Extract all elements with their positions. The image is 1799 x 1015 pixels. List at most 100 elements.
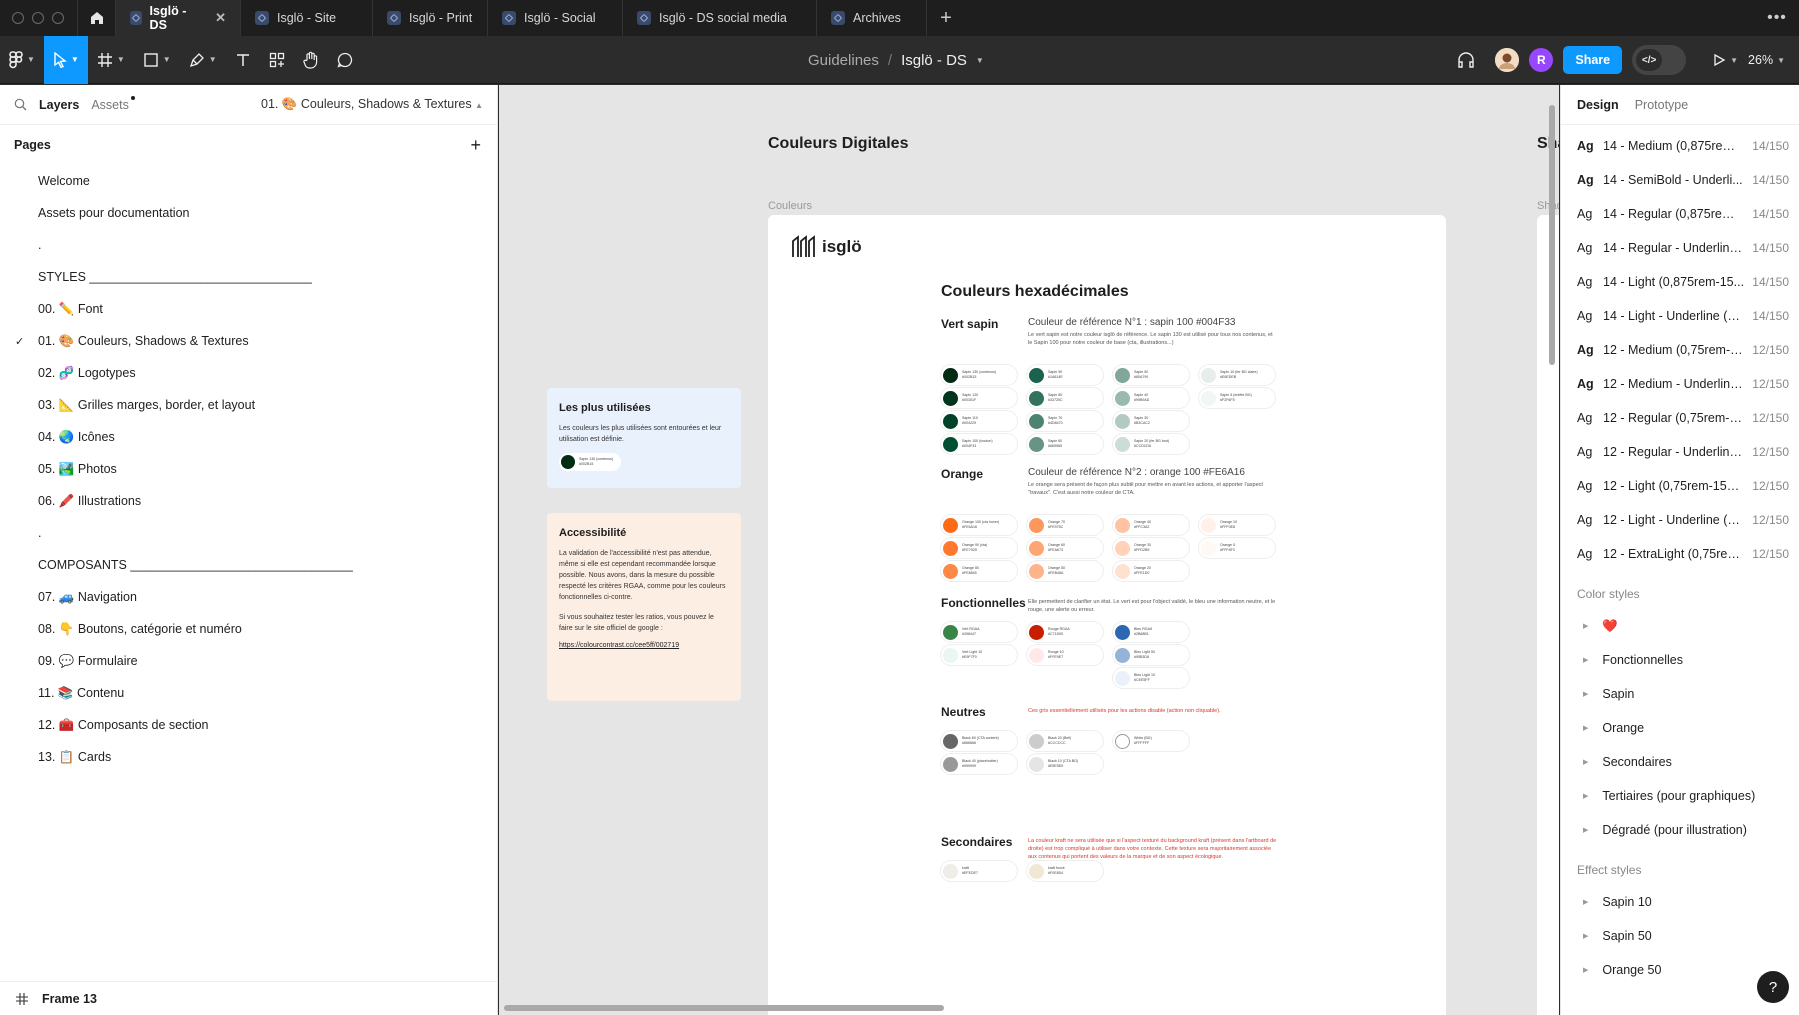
contrast-link[interactable]: https://colourcontrast.cc/cee5ff/002719 [559, 642, 729, 649]
color-swatch[interactable]: Sapin 70 #4D8470 [1027, 411, 1103, 431]
headphones-icon[interactable] [1457, 51, 1475, 69]
home-button[interactable] [78, 0, 116, 36]
text-style-item[interactable]: Ag 14 - Light - Underline (0... 14/150 [1561, 299, 1799, 333]
search-icon[interactable] [14, 98, 27, 111]
color-swatch[interactable]: Orange 5 #FFF8F3 [1199, 538, 1275, 558]
text-tool-button[interactable] [226, 36, 260, 84]
color-swatch[interactable]: Orange 20 #FFE1D0 [1113, 561, 1189, 581]
card-accessibility[interactable]: Accessibilité La validation de l'accessi… [547, 513, 741, 701]
color-section[interactable]: Orange Couleur de référence N°2 : orange … [941, 467, 1421, 587]
text-style-item[interactable]: Ag 14 - SemiBold - Underli... 14/150 [1561, 163, 1799, 197]
maximize-window-button[interactable] [52, 12, 64, 24]
color-swatch[interactable]: kraft foncé #F0E8D4 [1027, 861, 1103, 881]
color-swatch[interactable]: Black 20 (Bell) #CCCCCC [1027, 731, 1103, 751]
page-item[interactable]: 05. 🏞️ Photos [0, 453, 497, 485]
color-swatch[interactable]: Sapin 90 #1A614E [1027, 365, 1103, 385]
style-group[interactable]: ▶ Sapin [1561, 677, 1799, 711]
color-swatch[interactable]: White (BG) #FFFFFF [1113, 731, 1189, 751]
file-tab[interactable]: Isglö - Site [241, 0, 373, 36]
color-swatch[interactable]: Sapin 20 (fer BG brut) #CCDCD6 [1113, 434, 1189, 454]
page-item[interactable]: ✓ 01. 🎨 Couleurs, Shadows & Textures [0, 325, 497, 357]
file-tab[interactable]: Isglö - DS ✕ [116, 0, 241, 36]
page-item[interactable]: 08. 👇 Boutons, catégorie et numéro [0, 613, 497, 645]
new-tab-button[interactable]: + [927, 0, 965, 36]
color-swatch[interactable]: Orange 100 (cta hover) #FE6A16 [941, 515, 1017, 535]
breadcrumb-project[interactable]: Guidelines [808, 52, 879, 69]
color-swatch[interactable]: Bleu Light 50 #95B3D8 [1113, 645, 1189, 665]
page-item[interactable]: 04. 🌏 Icônes [0, 421, 497, 453]
text-style-item[interactable]: Ag 12 - Regular - Underline ... 12/150 [1561, 435, 1799, 469]
layer-frame-row[interactable]: Frame 13 [0, 981, 497, 1015]
canvas[interactable]: Couleurs Digitales Couleurs Sha Shad Les… [499, 85, 1559, 1015]
minimize-window-button[interactable] [32, 12, 44, 24]
color-section[interactable]: Fonctionnelles Elle permettent de clarifi… [941, 596, 1421, 716]
color-swatch[interactable]: Orange 90 (cta) #FE792D [941, 538, 1017, 558]
page-item[interactable]: 12. 🧰 Composants de section [0, 709, 497, 741]
color-swatch[interactable]: Sapin 40 #99B9AD [1113, 388, 1189, 408]
color-swatch[interactable]: Sapin 5 (entête BG) #F2F6F5 [1199, 388, 1275, 408]
color-swatch[interactable]: Bleu Light 10 #CEE5FF [1113, 668, 1189, 688]
avatar-user-r[interactable]: R [1529, 48, 1554, 72]
color-swatch[interactable]: Orange 10 #FFF0E8 [1199, 515, 1275, 535]
tab-layers[interactable]: Layers [39, 98, 79, 112]
add-page-button[interactable]: + [470, 135, 481, 156]
file-tab[interactable]: Isglö - Social [488, 0, 623, 36]
text-style-item[interactable]: Ag 12 - ExtraLight (0,75rem... 12/150 [1561, 537, 1799, 571]
vertical-scrollbar[interactable] [1549, 105, 1555, 365]
breadcrumb-file-name[interactable]: Isglö - DS [901, 52, 967, 69]
page-item[interactable]: COMPOSANTS _____________________________… [0, 549, 497, 581]
style-group[interactable]: ▶ Secondaires [1561, 745, 1799, 779]
chevron-down-icon[interactable]: ▼ [1777, 56, 1785, 65]
color-swatch[interactable]: kraft #EFEDE7 [941, 861, 1017, 881]
page-item[interactable]: . [0, 517, 497, 549]
color-swatch[interactable]: Black 40 (placeholder) #999999 [941, 754, 1017, 774]
help-button[interactable]: ? [1757, 971, 1789, 1003]
color-swatch[interactable]: Orange 30 #FFD2B9 [1113, 538, 1189, 558]
page-item[interactable]: STYLES ________________________________ [0, 261, 497, 293]
color-swatch[interactable]: Sapin 30 #B3CAC2 [1113, 411, 1189, 431]
text-style-item[interactable]: Ag 14 - Regular - Underline... 14/150 [1561, 231, 1799, 265]
zoom-level[interactable]: 26% [1748, 53, 1773, 67]
style-group[interactable]: ▶ Orange [1561, 711, 1799, 745]
frame-label[interactable]: Couleurs [768, 200, 812, 212]
file-tab[interactable]: Archives [817, 0, 927, 36]
color-swatch[interactable]: Sapin 110 #004229 [941, 411, 1017, 431]
color-swatch[interactable]: Sapin 10 (fer BG claire) #E6EDEB [1199, 365, 1275, 385]
text-style-item[interactable]: Ag 12 - Medium - Underline... 12/150 [1561, 367, 1799, 401]
color-swatch[interactable]: Rouge 10 #FFE9E7 [1027, 645, 1103, 665]
style-group[interactable]: ▶ Sapin 50 [1561, 919, 1799, 953]
horizontal-scrollbar[interactable] [504, 1005, 944, 1011]
color-section[interactable]: Vert sapin Couleur de référence N°1 : sap… [941, 317, 1421, 454]
style-group[interactable]: ▶ Dégradé (pour illustration) [1561, 813, 1799, 847]
color-swatch[interactable]: Sapin 50 #80A799 [1113, 365, 1189, 385]
page-item[interactable]: 13. 📋 Cards [0, 741, 497, 773]
color-section[interactable]: Neutres Ces gris essentiellement utilisés… [941, 705, 1421, 825]
play-icon[interactable] [1712, 53, 1726, 67]
color-swatch[interactable]: Sapin 80 #33725C [1027, 388, 1103, 408]
tab-assets[interactable]: Assets [91, 95, 135, 112]
dev-mode-toggle[interactable]: </> [1632, 45, 1687, 75]
color-swatch[interactable]: Black 60 (CTA content) #666666 [941, 731, 1017, 751]
color-swatch[interactable]: Sapin 120 #00351F [941, 388, 1017, 408]
page-item[interactable]: Welcome [0, 165, 497, 197]
color-swatch[interactable]: Bleu RGAA #2B68B1 [1113, 622, 1189, 642]
page-item[interactable]: . [0, 229, 497, 261]
move-tool-button[interactable]: ▼ [43, 35, 88, 84]
shape-tool-button[interactable]: ▼ [134, 36, 180, 84]
hand-tool-button[interactable] [294, 36, 328, 84]
color-swatch[interactable]: Orange 50 #FEB48A [1027, 561, 1103, 581]
page-item[interactable]: 06. 🖍️ Illustrations [0, 485, 497, 517]
style-group[interactable]: ▶ ❤️ [1561, 609, 1799, 643]
text-style-item[interactable]: Ag 12 - Medium (0,75rem-1... 12/150 [1561, 333, 1799, 367]
color-swatch[interactable]: Vert Light 10 #E9F7F0 [941, 645, 1017, 665]
close-window-button[interactable] [12, 12, 24, 24]
tab-design[interactable]: Design [1577, 98, 1619, 112]
avatar[interactable] [1495, 48, 1520, 72]
page-item[interactable]: 02. 🧬 Logotypes [0, 357, 497, 389]
text-style-item[interactable]: Ag 12 - Light - Underline (0,... 12/150 [1561, 503, 1799, 537]
text-style-item[interactable]: Ag 14 - Light (0,875rem-15... 14/150 [1561, 265, 1799, 299]
next-frame-title[interactable]: Sha [1537, 135, 1559, 153]
resources-tool-button[interactable] [260, 36, 294, 84]
color-swatch[interactable]: Vert RGAA #398447 [941, 622, 1017, 642]
close-tab-icon[interactable]: ✕ [215, 10, 226, 26]
